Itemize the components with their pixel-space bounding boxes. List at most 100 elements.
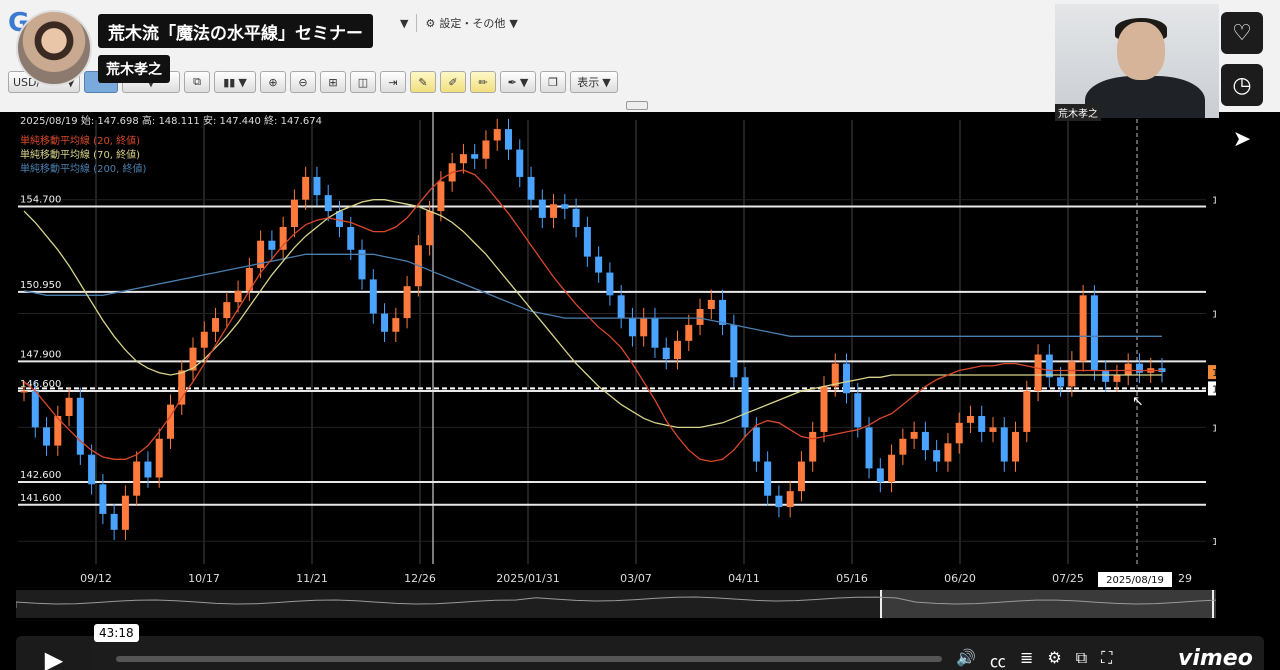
candle-body	[516, 149, 524, 177]
horizontal-level-label: 142.600	[20, 470, 61, 481]
zoom-out-icon[interactable]: ⊖	[290, 71, 316, 93]
candle-body	[43, 427, 51, 446]
draw-edit-icon[interactable]: ✐	[440, 71, 466, 93]
fit-icon[interactable]: ⇥	[380, 71, 406, 93]
candle-body	[65, 397, 73, 416]
progress-bar[interactable]	[116, 656, 942, 662]
candle-body	[989, 427, 997, 432]
candle-body	[178, 370, 186, 405]
candle-body	[572, 208, 580, 228]
play-button[interactable]: ▶	[16, 638, 92, 670]
settings-caret-icon[interactable]: ▼	[509, 17, 517, 30]
copy-icon[interactable]: ❐	[540, 71, 566, 93]
video-title: 荒木流「魔法の水平線」セミナー	[98, 14, 373, 48]
candle-body	[696, 308, 704, 325]
x-tick-label: 09/12	[80, 572, 112, 585]
candle-body	[527, 176, 535, 200]
candle-body	[504, 129, 512, 150]
pip-icon[interactable]: ⧉	[1076, 648, 1087, 670]
transcript-icon[interactable]: ≣	[1020, 648, 1033, 670]
candle-type-button[interactable]: ▮▮ ▼	[214, 71, 256, 93]
candle-body	[775, 495, 783, 508]
clock-icon[interactable]: ◷	[1221, 64, 1263, 106]
caret-icon[interactable]: ▼	[400, 17, 408, 30]
candle-body	[437, 181, 445, 212]
captions-icon[interactable]: ㏄	[990, 648, 1006, 670]
settings-icon[interactable]: ⚙	[1047, 648, 1061, 670]
candle-body	[843, 363, 851, 394]
candle-body	[617, 295, 625, 319]
vimeo-logo[interactable]: vimeo	[1178, 646, 1253, 670]
draw-icon[interactable]: ✎	[410, 71, 436, 93]
candle-body	[155, 438, 163, 478]
heart-icon[interactable]: ♡	[1221, 12, 1263, 54]
webcam-person-body	[1085, 76, 1205, 118]
display-label: 表示	[577, 76, 600, 89]
candle-body	[955, 422, 963, 444]
zoom-in-icon[interactable]: ⊕	[260, 71, 286, 93]
x-tick-label: 12/26	[404, 572, 436, 585]
fullscreen-icon[interactable]: ⛶	[1101, 648, 1112, 670]
send-icon[interactable]: ➤	[1221, 118, 1263, 160]
x-tick-label: 10/17	[188, 572, 220, 585]
candle-body	[741, 377, 749, 428]
candle-body	[854, 393, 862, 428]
settings-menu[interactable]: 設定・その他	[439, 15, 505, 31]
candle-body	[471, 154, 479, 159]
candle-body	[944, 443, 952, 462]
presenter-avatar	[16, 10, 92, 86]
candle-body	[290, 199, 298, 228]
candle-body	[493, 129, 501, 141]
x-tick-label: 04/11	[728, 572, 760, 585]
candle-body	[921, 431, 929, 451]
x-tick-label: 11/21	[296, 572, 328, 585]
candle-body	[685, 324, 693, 341]
display-menu[interactable]: 表示 ▼	[570, 71, 618, 93]
candle-body	[1113, 375, 1121, 382]
candle-body	[606, 272, 614, 296]
price-chart[interactable]: 154.700 150.950 147.900 146.600 142.600 141.6…	[16, 112, 1216, 624]
chevron-down-icon: ▼	[238, 75, 247, 89]
time-tooltip: 43:18	[94, 624, 139, 642]
candle-body	[223, 302, 231, 319]
candle-body	[324, 195, 332, 212]
grid-icon[interactable]: ⊞	[320, 71, 346, 93]
current-price-label: 147.429	[1212, 368, 1216, 379]
gear-icon[interactable]: ⚙	[425, 17, 435, 30]
x-tick-label: 2025/01/31	[496, 572, 559, 585]
candle-body	[403, 286, 411, 319]
draw-clear-icon[interactable]: ✏	[470, 71, 496, 93]
candle-body	[234, 290, 242, 303]
legend-entry: 単純移動平均線 (70, 終値)	[20, 148, 140, 161]
collapse-handle[interactable]	[626, 101, 648, 110]
pen-icon[interactable]: ✒ ▼	[500, 71, 536, 93]
candle-body	[583, 227, 591, 257]
candle-body	[786, 491, 794, 508]
chevron-down-icon: ▼	[519, 75, 529, 89]
candle-body	[1135, 363, 1143, 373]
chart-svg[interactable]: 154.700150.950147.900146.600142.600141.6…	[16, 112, 1216, 624]
volume-icon[interactable]: 🔊	[956, 648, 976, 670]
x-tick-label: 05/16	[836, 572, 868, 585]
candle-body	[1102, 370, 1110, 382]
panel-icon[interactable]: ◫	[350, 71, 376, 93]
candle-body	[369, 279, 377, 314]
candle-body	[166, 404, 174, 439]
candle-body	[459, 154, 467, 164]
webcam-label: 荒木孝之	[1055, 104, 1101, 121]
mouse-cursor-icon: ↖	[1132, 394, 1144, 410]
candle-body	[876, 468, 884, 483]
x-tail-label: 29	[1178, 572, 1192, 585]
candle-body	[31, 390, 39, 428]
candle-body	[550, 204, 558, 218]
link-icon[interactable]: ⧉	[184, 71, 210, 93]
candle-body	[347, 227, 355, 250]
candle-body	[538, 199, 546, 218]
candle-body	[628, 318, 636, 337]
legend-entry: 単純移動平均線 (20, 終値)	[20, 134, 140, 147]
presenter-name[interactable]: 荒木孝之	[98, 55, 170, 83]
x-tick-label: 03/07	[620, 572, 652, 585]
candle-body	[561, 204, 569, 209]
candle-body	[426, 211, 434, 246]
candle-body	[752, 427, 760, 462]
